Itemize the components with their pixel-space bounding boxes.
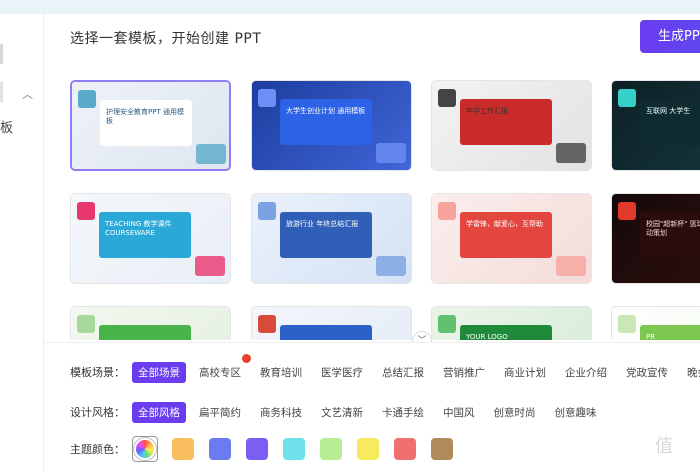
color-swatch[interactable] xyxy=(394,438,416,460)
thumbnail-accent xyxy=(258,202,276,220)
scene-option[interactable]: 营销推广 xyxy=(437,362,491,383)
thumbnail-accent xyxy=(195,256,225,276)
color-swatch-all[interactable] xyxy=(132,436,158,462)
filter-panel: 模板场景： 全部场景 高校专区 教育培训 医学医疗 总结汇报 营销推广 商业计划 企业介绍 党政… xyxy=(44,342,700,470)
sidebar-indicator-2 xyxy=(0,82,3,102)
style-option[interactable]: 扁平简约 xyxy=(193,402,247,423)
thumbnail-accent xyxy=(618,315,636,333)
template-name: PR xyxy=(646,333,656,340)
hot-badge-icon xyxy=(242,353,251,363)
chevron-up-icon[interactable]: ︿ xyxy=(22,86,33,102)
style-option[interactable]: 商务科技 xyxy=(254,402,308,423)
scene-option[interactable]: 晚会 xyxy=(681,362,700,383)
sidebar-indicator xyxy=(0,44,3,64)
scene-option[interactable]: 总结汇报 xyxy=(376,362,430,383)
template-card[interactable]: 大学生创业计划 通用模板 xyxy=(251,80,412,171)
thumbnail-accent xyxy=(376,143,406,163)
color-filter-row: 主题颜色： xyxy=(70,436,468,462)
sidebar-item-label[interactable]: 板 xyxy=(0,117,13,136)
template-name: 旅游行业 年终总结汇报 xyxy=(286,220,359,228)
scene-option[interactable]: 企业介绍 xyxy=(559,362,613,383)
scene-option[interactable]: 全部场景 xyxy=(132,361,186,383)
watermark: 值 xyxy=(655,436,673,457)
color-swatch[interactable] xyxy=(246,438,268,460)
thumbnail-panel xyxy=(280,99,372,145)
page-title: 选择一套模板，开始创建 PPT xyxy=(70,31,262,47)
thumbnail-panel xyxy=(640,99,700,145)
thumbnail-accent xyxy=(618,202,636,220)
template-card[interactable] xyxy=(70,306,231,340)
thumbnail-accent xyxy=(438,202,456,220)
scene-option[interactable]: 教育培训 xyxy=(254,362,308,383)
scene-option[interactable]: 党政宣传 xyxy=(620,362,674,383)
template-name: TEACHING 教学课件 COURSEWARE xyxy=(105,220,172,237)
template-card[interactable]: PR xyxy=(611,306,700,340)
thumbnail-panel xyxy=(460,99,552,145)
thumbnail-panel xyxy=(280,325,372,340)
template-card[interactable] xyxy=(251,306,412,340)
thumbnail-panel xyxy=(280,212,372,258)
scene-option[interactable]: 商业计划 xyxy=(498,362,552,383)
scene-filter-label: 模板场景： xyxy=(70,366,125,379)
template-name: 学雷锋，献爱心，互帮助 xyxy=(466,220,543,228)
template-card[interactable]: 学雷锋，献爱心，互帮助 xyxy=(431,193,592,284)
template-card[interactable]: TEACHING 教学课件 COURSEWARE xyxy=(70,193,231,284)
style-option[interactable]: 全部风格 xyxy=(132,401,186,423)
template-grid: 护理安全教育PPT 通用模板 大学生创业计划 通用模板 年中工作汇报 互联网 大学生 T… xyxy=(70,80,700,340)
thumbnail-accent xyxy=(78,90,96,108)
thumbnail-accent xyxy=(77,315,95,333)
color-swatch[interactable] xyxy=(431,438,453,460)
style-option[interactable]: 卡通手绘 xyxy=(376,402,430,423)
template-name: 大学生创业计划 通用模板 xyxy=(286,107,366,115)
template-name: 年中工作汇报 xyxy=(466,107,508,115)
top-banner xyxy=(0,0,700,14)
scene-option[interactable]: 医学医疗 xyxy=(315,362,369,383)
thumbnail-accent xyxy=(618,89,636,107)
thumbnail-accent xyxy=(438,89,456,107)
template-card[interactable]: 年中工作汇报 xyxy=(431,80,592,171)
template-name: 护理安全教育PPT 通用模板 xyxy=(106,108,184,125)
thumbnail-accent xyxy=(77,202,95,220)
template-card[interactable]: 旅游行业 年终总结汇报 xyxy=(251,193,412,284)
thumbnail-accent xyxy=(196,144,226,164)
template-name: 互联网 大学生 xyxy=(646,107,691,115)
thumbnail-panel xyxy=(99,325,191,340)
style-option[interactable]: 文艺清新 xyxy=(315,402,369,423)
template-card[interactable]: 互联网 大学生 xyxy=(611,80,700,171)
thumbnail-accent xyxy=(258,89,276,107)
template-card[interactable]: 校园"超新杯" 篮球比赛活动策划 xyxy=(611,193,700,284)
thumbnail-accent xyxy=(438,315,456,333)
style-filter-label: 设计风格： xyxy=(70,406,125,419)
style-filter-row: 设计风格： 全部风格 扁平简约 商务科技 文艺清新 卡通手绘 中国风 创意时尚 创意趣味 xyxy=(70,400,610,424)
sidebar: ︿ 板 xyxy=(0,14,44,470)
template-name: 校园"超新杯" 篮球比赛活动策划 xyxy=(646,220,700,237)
color-swatch[interactable] xyxy=(172,438,194,460)
thumbnail-accent xyxy=(376,256,406,276)
color-swatch[interactable] xyxy=(320,438,342,460)
thumbnail-panel xyxy=(460,212,552,258)
style-option[interactable]: 中国风 xyxy=(437,402,481,423)
template-name: YOUR LOGO xyxy=(466,333,508,340)
thumbnail-accent xyxy=(258,315,276,333)
color-filter-label: 主题颜色： xyxy=(70,443,125,456)
scene-filter-row: 模板场景： 全部场景 高校专区 教育培训 医学医疗 总结汇报 营销推广 商业计划 企业介绍 党政… xyxy=(70,353,700,384)
style-option[interactable]: 创意趣味 xyxy=(549,402,603,423)
style-option[interactable]: 创意时尚 xyxy=(488,402,542,423)
color-swatch[interactable] xyxy=(209,438,231,460)
color-swatch[interactable] xyxy=(283,438,305,460)
thumbnail-accent xyxy=(556,143,586,163)
scene-option[interactable]: 高校专区 xyxy=(193,353,251,383)
template-card[interactable]: 护理安全教育PPT 通用模板 xyxy=(70,80,231,171)
color-swatch[interactable] xyxy=(357,438,379,460)
rainbow-color-icon xyxy=(134,438,156,460)
thumbnail-accent xyxy=(556,256,586,276)
template-card[interactable]: YOUR LOGO xyxy=(431,306,592,340)
create-ppt-button[interactable]: 生成PPT xyxy=(640,20,700,53)
